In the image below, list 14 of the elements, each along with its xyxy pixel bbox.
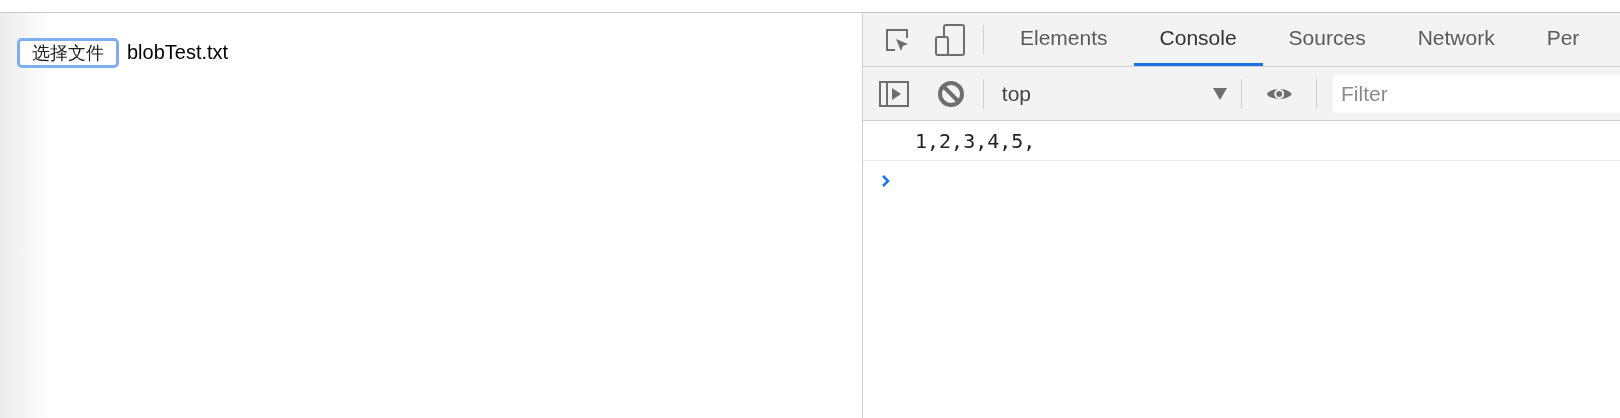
caret-icon — [1212, 87, 1227, 100]
filter-field[interactable]: Filter — [1333, 74, 1620, 113]
console-message: 1,2,3,4,5, — [915, 127, 1036, 155]
devtools-tab[interactable]: Sources — [1262, 13, 1392, 66]
prompt-chevron-icon — [881, 174, 891, 188]
device-toolbar-icon[interactable] — [935, 23, 965, 56]
devtools-tab[interactable]: Network — [1391, 13, 1521, 66]
choose-file-button[interactable]: 选择文件 — [17, 38, 119, 68]
clear-console-icon[interactable] — [937, 79, 965, 108]
context-select[interactable]: top — [983, 77, 1233, 110]
file-name: blobTest.txt — [127, 40, 229, 65]
sidebar-toggle-icon[interactable] — [879, 80, 909, 107]
devtools-tab[interactable]: Elements — [994, 13, 1134, 66]
devtools-tab[interactable]: Per — [1520, 13, 1606, 66]
